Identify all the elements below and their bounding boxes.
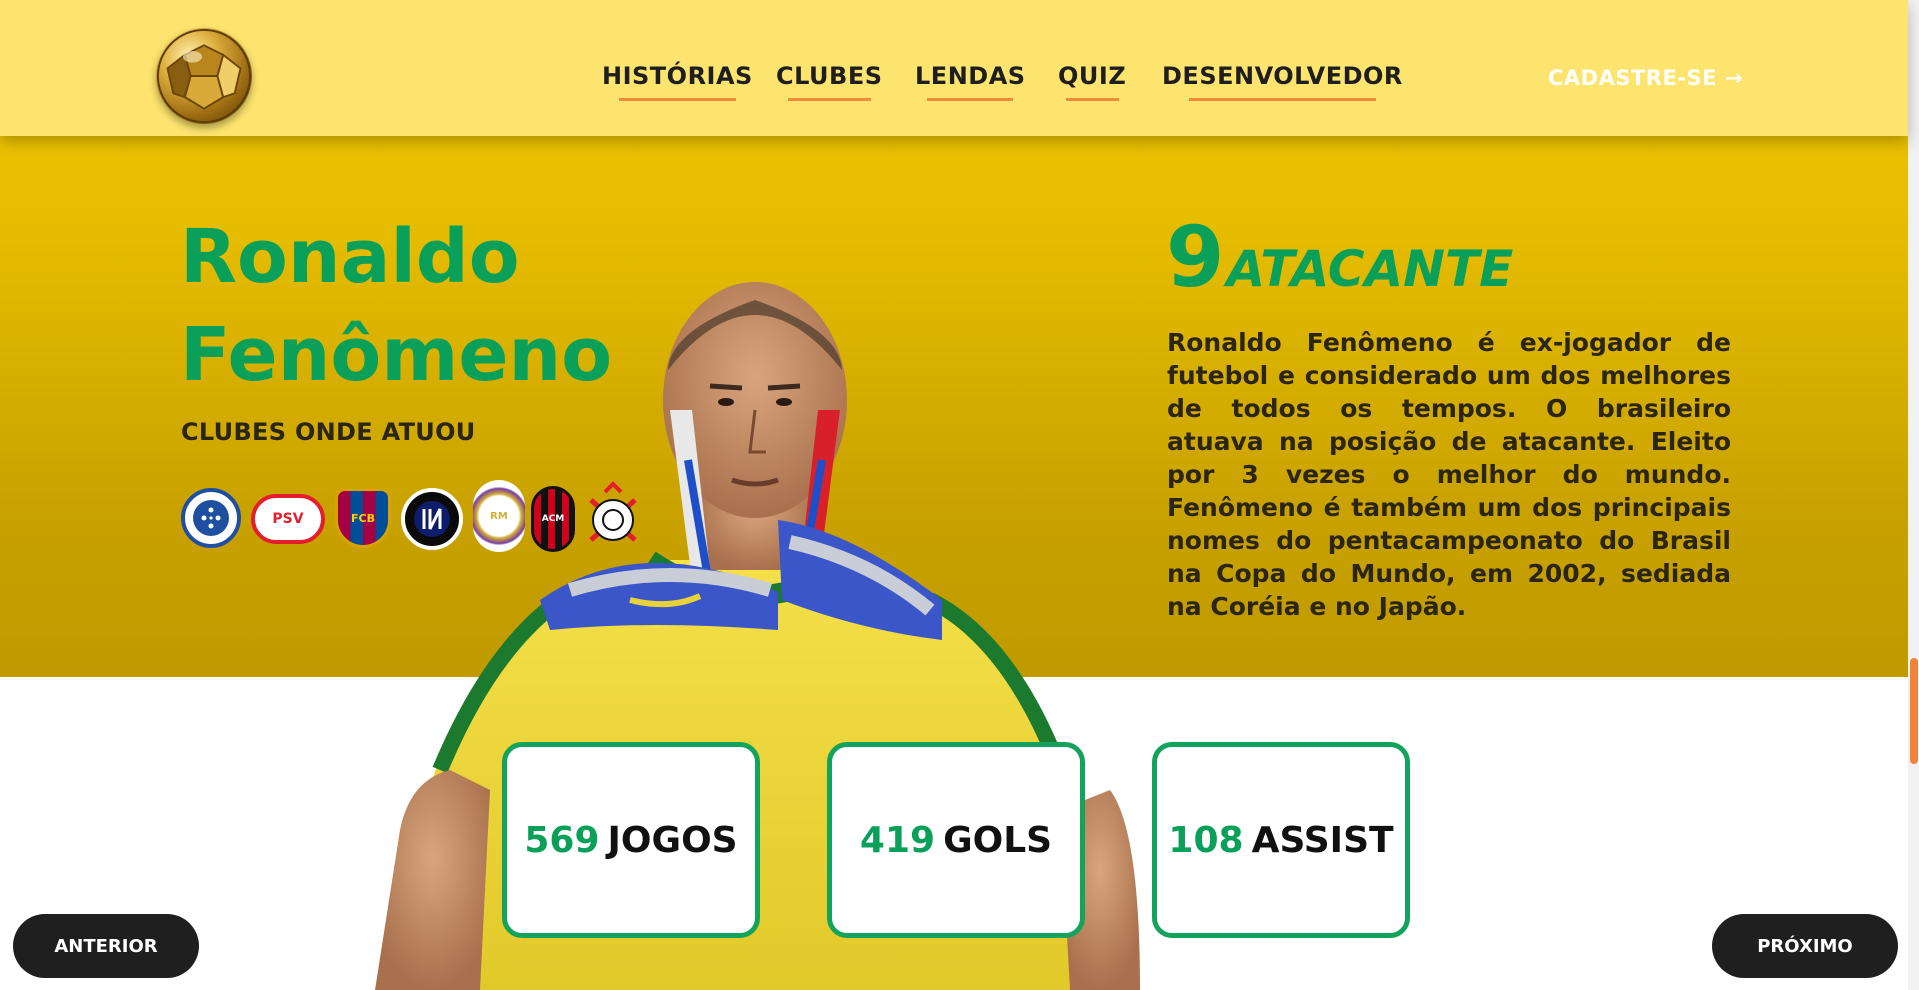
cruzeiro-crest-icon bbox=[181, 488, 241, 548]
nav-underline bbox=[787, 98, 871, 101]
signup-link[interactable]: CADASTRE-SE → bbox=[1548, 66, 1743, 90]
nav-underline bbox=[618, 98, 737, 101]
nav-link-lendas[interactable]: LENDAS bbox=[915, 62, 1026, 101]
stat-label: ASSIST bbox=[1251, 819, 1394, 861]
stat-label: JOGOS bbox=[607, 819, 738, 861]
player-bio: Ronaldo Fenômeno é ex-jogador de futebol… bbox=[1167, 328, 1731, 621]
nav-link-desenvolvedor[interactable]: DESENVOLVEDOR bbox=[1162, 62, 1403, 101]
nav-underline bbox=[1188, 98, 1377, 101]
stat-value: 108 bbox=[1168, 819, 1244, 861]
next-label: PRÓXIMO bbox=[1757, 935, 1853, 957]
stat-card-goals: 419 GOLS bbox=[827, 742, 1085, 938]
stat-value: 419 bbox=[859, 819, 936, 861]
arrow-right-icon: → bbox=[1725, 66, 1744, 90]
nav-underline bbox=[1065, 98, 1119, 101]
nav-link-clubes[interactable]: CLUBES bbox=[776, 62, 883, 101]
nav-link-label: QUIZ bbox=[1058, 62, 1127, 90]
nav-link-label: CLUBES bbox=[776, 62, 883, 90]
nav-link-label: DESENVOLVEDOR bbox=[1162, 62, 1403, 90]
nav-link-label: HISTÓRIAS bbox=[602, 62, 753, 90]
nav-link-label: LENDAS bbox=[915, 62, 1026, 90]
cruzeiro-stars bbox=[193, 500, 229, 536]
top-navbar: HISTÓRIAS CLUBES LENDAS QUIZ DESENVOLVED… bbox=[0, 0, 1908, 136]
nav-underline bbox=[927, 98, 1014, 101]
page-scrollbar[interactable] bbox=[1908, 0, 1919, 990]
stat-card-games: 569 JOGOS bbox=[502, 742, 760, 938]
stat-card-assists: 108 ASSIST bbox=[1152, 742, 1410, 938]
player-position: ATACANTE bbox=[1226, 240, 1514, 298]
previous-label: ANTERIOR bbox=[54, 935, 158, 957]
nav-link-historias[interactable]: HISTÓRIAS bbox=[602, 62, 753, 101]
signup-label: CADASTRE-SE bbox=[1548, 66, 1717, 90]
nav-link-quiz[interactable]: QUIZ bbox=[1058, 62, 1126, 101]
psv-mark: PSV bbox=[272, 511, 304, 527]
next-button[interactable]: PRÓXIMO bbox=[1712, 914, 1898, 978]
jersey-and-position: 9ATACANTE bbox=[1166, 208, 1513, 306]
stat-value: 569 bbox=[524, 819, 600, 861]
psv-crest-icon: PSV bbox=[251, 494, 325, 544]
scrollbar-thumb[interactable] bbox=[1910, 658, 1918, 764]
stat-label: GOLS bbox=[943, 819, 1053, 861]
previous-button[interactable]: ANTERIOR bbox=[13, 914, 199, 978]
